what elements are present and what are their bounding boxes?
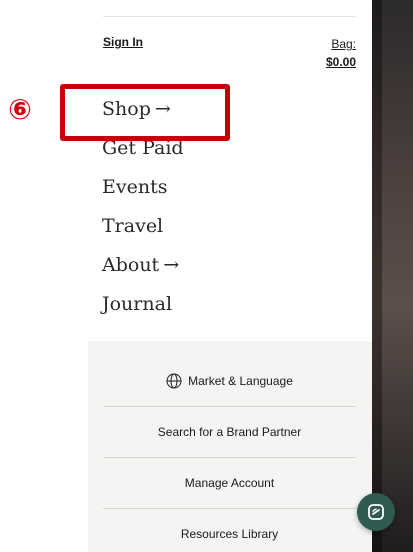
search-brand-partner-label: Search for a Brand Partner xyxy=(157,425,302,439)
chat-button[interactable] xyxy=(357,493,395,531)
market-language-label: Market & Language xyxy=(188,374,293,388)
photo-shade xyxy=(372,0,382,552)
arrow-right-icon: → xyxy=(163,254,180,276)
market-language-button[interactable]: Market & Language xyxy=(103,356,356,406)
nav-item-about[interactable]: About → xyxy=(102,246,184,285)
nav-item-label: Events xyxy=(102,176,168,198)
annotation-highlight-box xyxy=(60,84,230,141)
top-divider xyxy=(103,16,356,17)
resources-library-button[interactable]: Resources Library xyxy=(103,509,356,552)
nav-item-events[interactable]: Events xyxy=(102,168,184,207)
nav-item-label: Travel xyxy=(102,215,164,237)
bag-amount: $0.00 xyxy=(325,55,356,69)
nav-item-journal[interactable]: Journal xyxy=(102,285,184,324)
search-brand-partner-button[interactable]: Search for a Brand Partner xyxy=(103,407,356,457)
bag-label: Bag: xyxy=(331,37,356,51)
background-photo xyxy=(372,0,413,552)
nav-item-travel[interactable]: Travel xyxy=(102,207,184,246)
bag-link[interactable]: Bag: $0.00 xyxy=(326,35,356,71)
nav-item-label: Journal xyxy=(102,293,173,315)
manage-account-button[interactable]: Manage Account xyxy=(103,458,356,508)
utility-panel: Market & Language Search for a Brand Par… xyxy=(88,341,372,552)
sign-in-link[interactable]: Sign In xyxy=(103,35,143,49)
chat-icon xyxy=(368,504,384,520)
manage-account-label: Manage Account xyxy=(184,476,275,490)
left-gutter xyxy=(0,0,88,552)
navigation-drawer: Sign In Bag: $0.00 Shop → Get Paid Events… xyxy=(88,0,372,552)
resources-library-label: Resources Library xyxy=(180,527,279,541)
annotation-number: ⑥ xyxy=(8,93,32,126)
globe-icon xyxy=(166,373,182,389)
nav-item-label: About xyxy=(102,254,160,276)
